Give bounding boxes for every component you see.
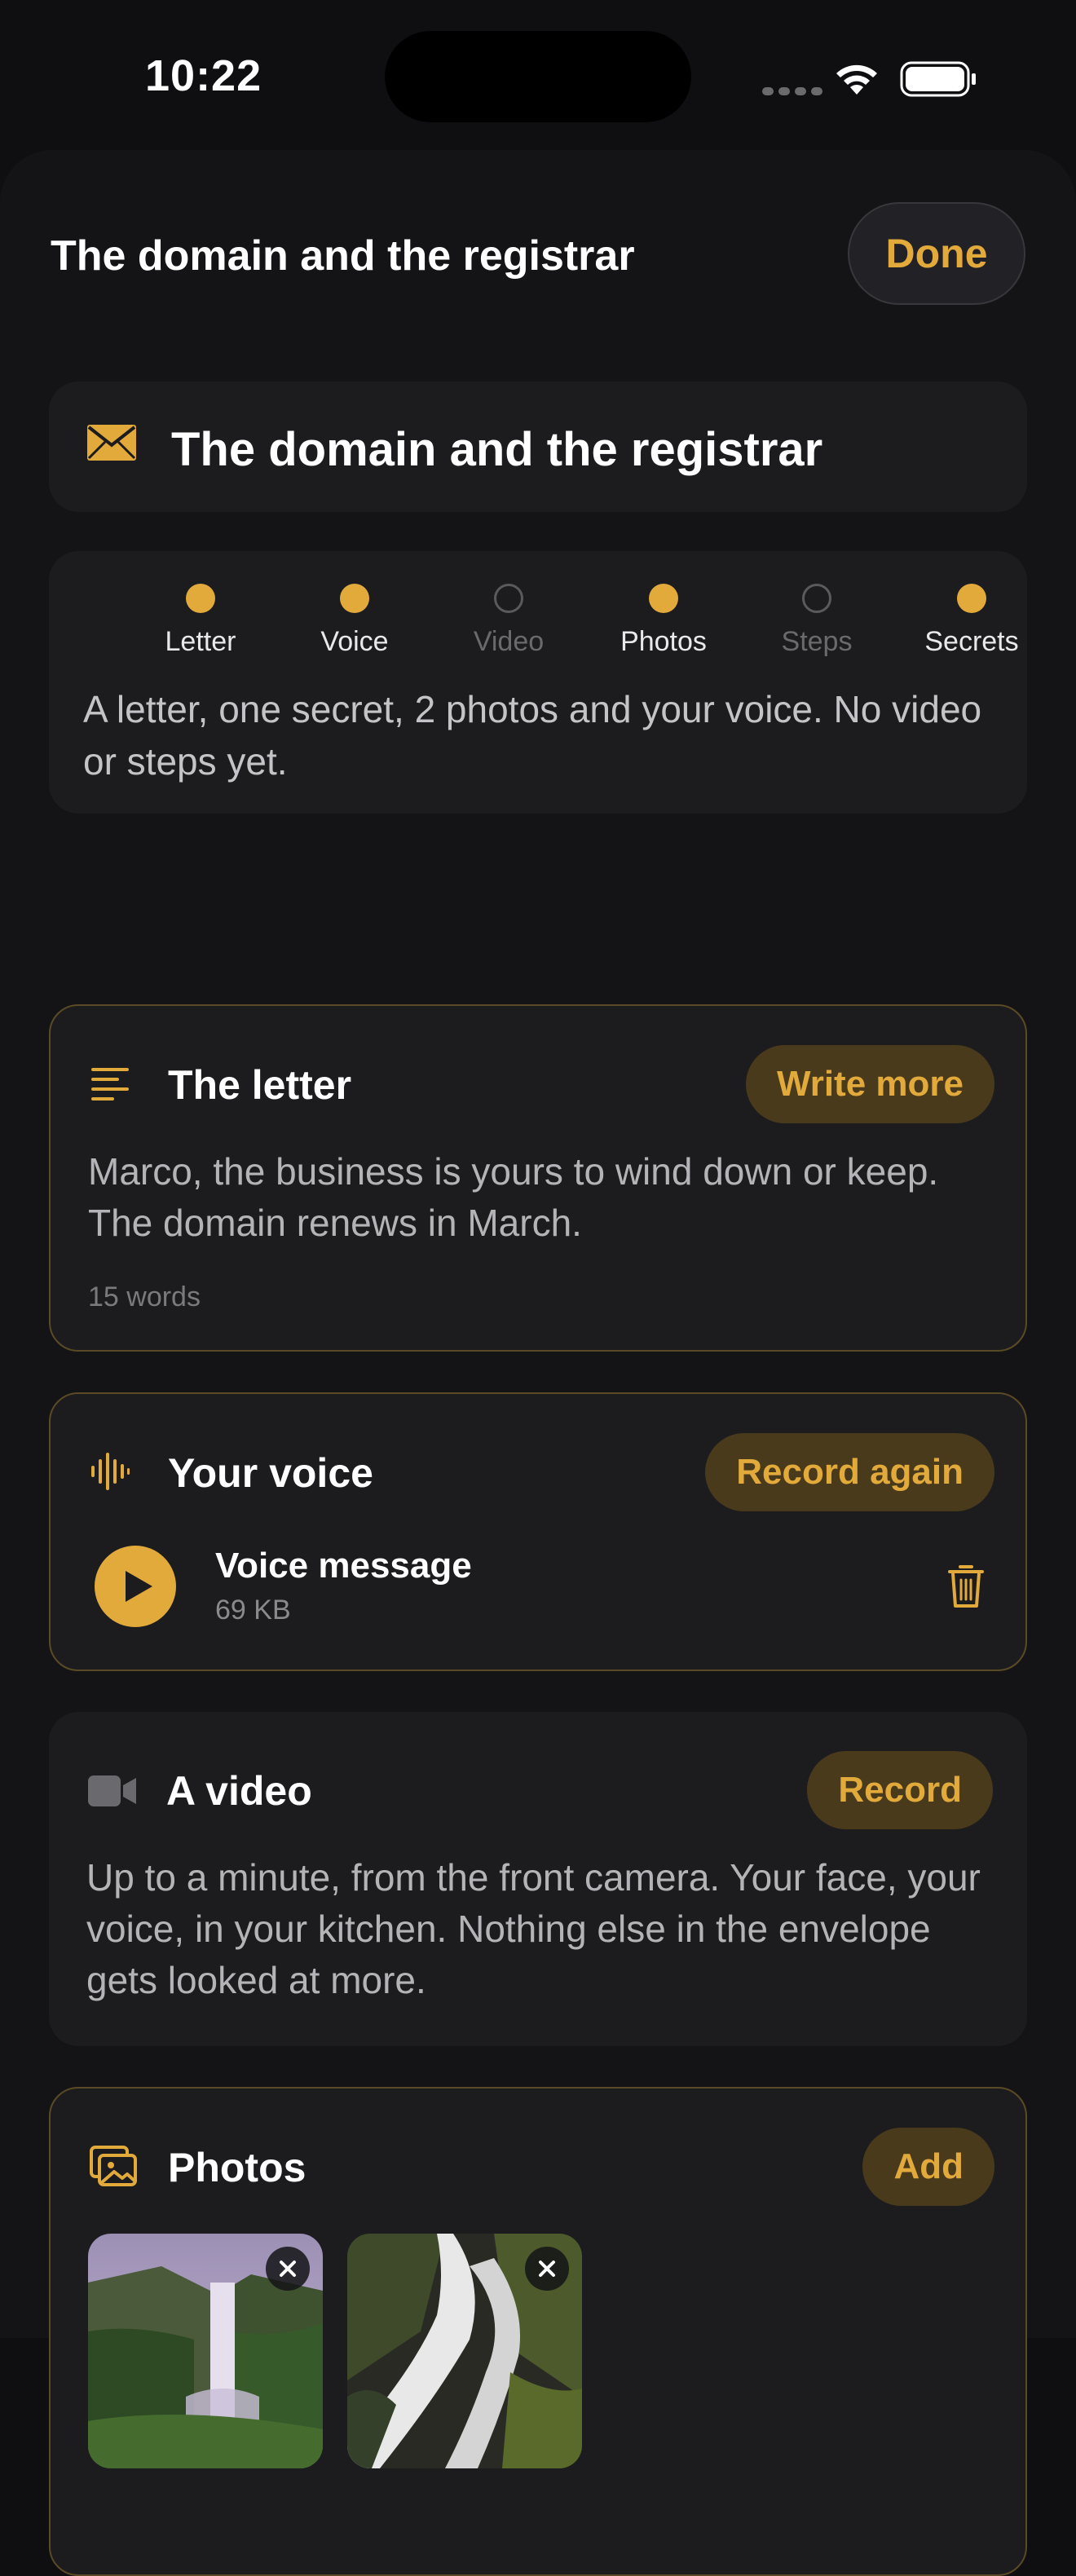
close-icon — [539, 2261, 555, 2277]
dynamic-island — [385, 31, 691, 122]
text-lines-icon — [91, 1068, 129, 1101]
status-item-steps: Steps — [743, 584, 890, 658]
add-photo-button[interactable]: Add — [862, 2128, 994, 2206]
remove-photo-button[interactable] — [266, 2247, 310, 2291]
status-dot — [186, 584, 215, 613]
photos-icon — [90, 2146, 137, 2186]
envelope-title: The domain and the registrar — [171, 423, 823, 476]
status-item-secrets: Secrets — [898, 584, 1045, 658]
status-summary: A letter, one secret, 2 photos and your … — [83, 688, 982, 783]
voice-card: Your voice Record again Voice message 69… — [49, 1392, 1027, 1671]
video-card: A video Record Up to a minute, from the … — [49, 1712, 1027, 2046]
status-dot — [957, 584, 986, 613]
letter-card[interactable]: The letter Write more Marco, the busines… — [49, 1004, 1027, 1352]
battery-icon — [900, 61, 976, 97]
record-again-button[interactable]: Record again — [705, 1433, 994, 1511]
write-more-button[interactable]: Write more — [745, 1045, 994, 1123]
status-bar: 10:22 — [0, 0, 1076, 147]
photo-thumbnail[interactable] — [347, 2234, 582, 2468]
close-icon — [280, 2261, 296, 2277]
status-dot — [802, 584, 831, 613]
status-item-letter: Letter — [127, 584, 274, 658]
play-icon — [126, 1571, 152, 1602]
cellular-signal-icon — [762, 85, 827, 99]
wifi-icon — [836, 64, 877, 95]
status-item-video: Video — [435, 584, 582, 658]
waveform-icon — [91, 1453, 130, 1490]
voice-message-size: 69 KB — [215, 1595, 291, 1625]
contents-status-card: Letter Voice Video Photos Steps Secrets — [49, 551, 1027, 814]
letter-preview: Marco, the business is yours to wind dow… — [88, 1150, 939, 1244]
status-item-photos: Photos — [590, 584, 737, 658]
status-label: Photos — [620, 626, 707, 657]
status-label: Letter — [165, 626, 236, 657]
envelope-title-card[interactable]: The domain and the registrar — [49, 382, 1027, 512]
play-button[interactable] — [95, 1546, 176, 1627]
status-label: Secrets — [924, 626, 1019, 657]
photos-card: Photos Add — [49, 2087, 1027, 2576]
video-description: Up to a minute, from the front camera. Y… — [86, 1856, 981, 2001]
sheet-title: The domain and the registrar — [51, 232, 635, 280]
word-count: 15 words — [88, 1281, 201, 1312]
status-dot — [340, 584, 369, 613]
video-title: A video — [166, 1768, 312, 1814]
voice-title: Your voice — [168, 1450, 373, 1496]
edit-sheet: The domain and the registrar Done The do… — [0, 150, 1076, 2576]
status-label: Steps — [781, 626, 853, 657]
photos-title: Photos — [168, 2145, 306, 2190]
done-button[interactable]: Done — [848, 202, 1025, 305]
status-dot — [649, 584, 678, 613]
letter-title: The letter — [168, 1062, 352, 1108]
voice-message-title: Voice message — [215, 1546, 472, 1586]
video-camera-icon — [88, 1775, 136, 1806]
status-label: Voice — [320, 626, 389, 657]
remove-photo-button[interactable] — [525, 2247, 569, 2291]
status-dot — [494, 584, 523, 613]
envelope-icon — [87, 425, 136, 461]
status-item-voice: Voice — [281, 584, 428, 658]
record-video-button[interactable]: Record — [807, 1751, 993, 1829]
trash-icon[interactable] — [947, 1564, 985, 1609]
status-label: Video — [473, 626, 545, 657]
photo-thumbnail[interactable] — [88, 2234, 323, 2468]
status-time: 10:22 — [145, 51, 262, 100]
